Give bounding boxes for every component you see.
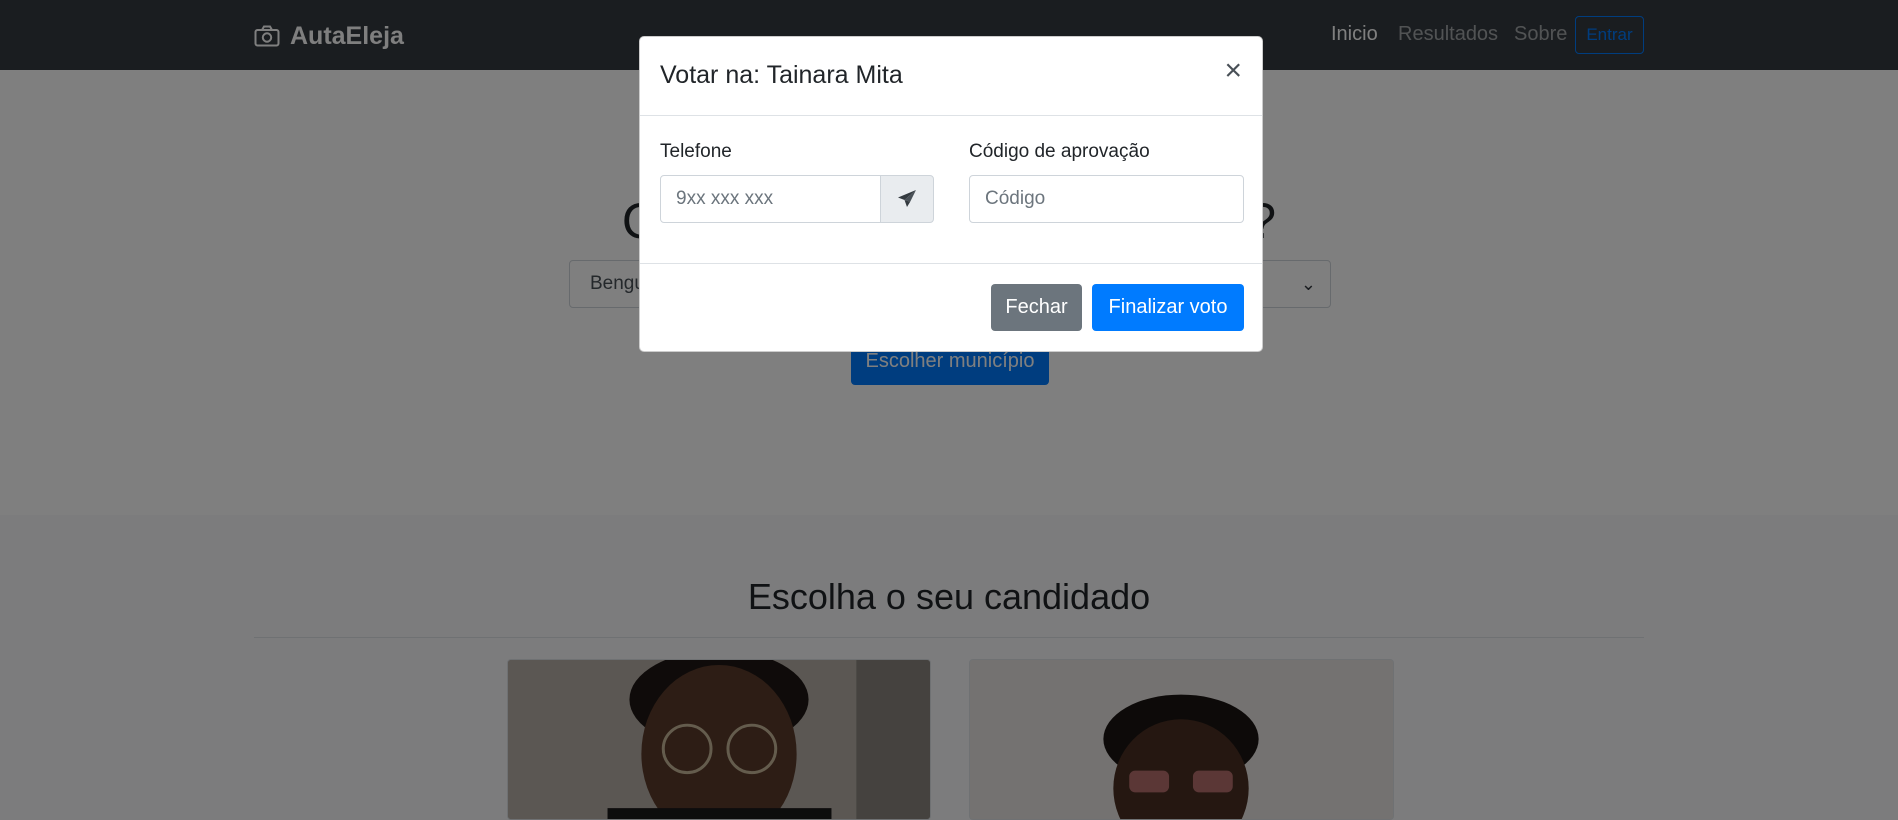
close-button[interactable]: Fechar (991, 284, 1082, 331)
phone-label: Telefone (660, 141, 732, 162)
vote-modal: Votar na: Tainara Mita × Telefone 9xx xx… (639, 36, 1263, 352)
modal-footer: Fechar Finalizar voto (640, 263, 1262, 353)
code-label: Código de aprovação (969, 141, 1150, 162)
modal-header: Votar na: Tainara Mita × (640, 37, 1262, 116)
modal-title: Votar na: Tainara Mita (660, 61, 903, 89)
close-icon[interactable]: × (1224, 56, 1242, 86)
send-code-button[interactable] (880, 175, 934, 223)
paper-plane-icon (898, 190, 916, 207)
submit-vote-button[interactable]: Finalizar voto (1092, 284, 1244, 331)
phone-input[interactable]: 9xx xxx xxx (660, 175, 881, 223)
code-input[interactable]: Código (969, 175, 1244, 223)
